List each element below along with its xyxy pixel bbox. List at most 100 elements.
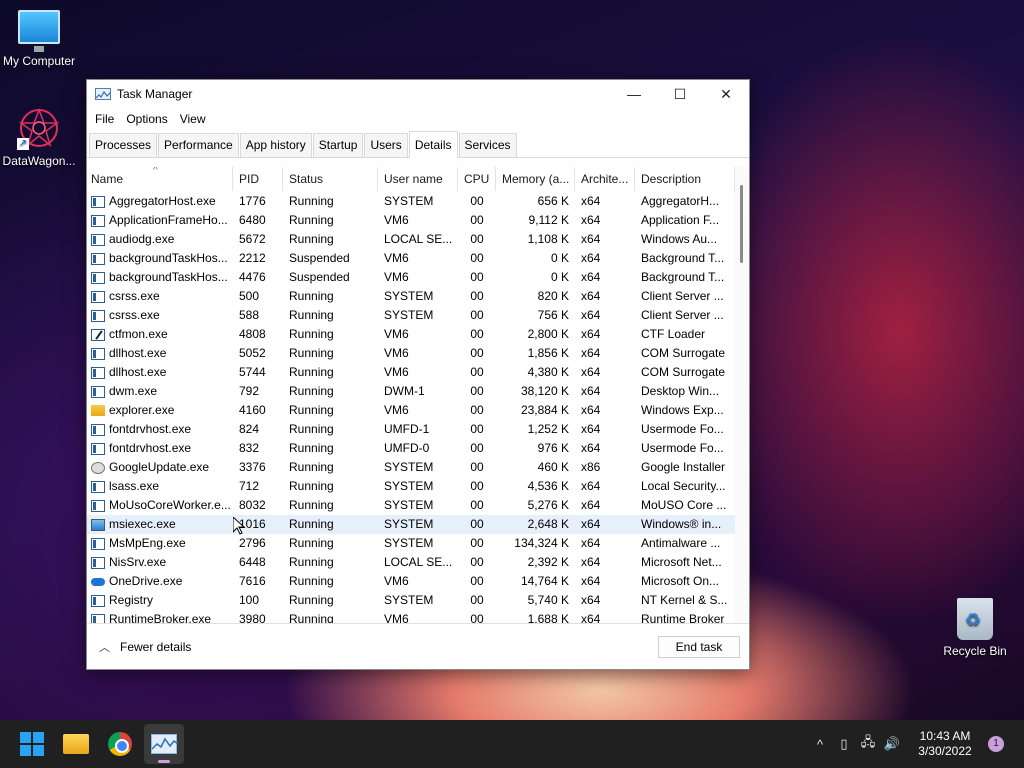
- fewer-details-link[interactable]: ︿ Fewer details: [99, 639, 191, 655]
- process-status: Running: [289, 479, 334, 493]
- process-name: MoUsoCoreWorker.e...: [109, 498, 231, 512]
- process-name: lsass.exe: [109, 479, 160, 493]
- process-description: Client Server ...: [641, 308, 724, 322]
- column-header-pid[interactable]: PID: [233, 167, 283, 191]
- process-name-cell: fontdrvhost.exe: [87, 439, 233, 458]
- volume-icon[interactable]: 🔊: [880, 736, 904, 752]
- tab-performance[interactable]: Performance: [158, 133, 239, 157]
- end-task-button[interactable]: End task: [658, 635, 740, 658]
- google-update-icon: [91, 461, 105, 474]
- process-description: Microsoft On...: [641, 574, 720, 588]
- table-row[interactable]: RuntimeBroker.exe 3980 Running VM6 00 1,688 K…: [87, 610, 735, 623]
- process-name-cell: RuntimeBroker.exe: [87, 610, 233, 623]
- process-name-cell: OneDrive.exe: [87, 572, 233, 591]
- table-row[interactable]: OneDrive.exe 7616 Running VM6 00 14,764 K x64 M…: [87, 572, 735, 591]
- title-bar[interactable]: Task Manager — ☐ ✕: [87, 80, 749, 108]
- desktop-icon-datawagon[interactable]: ↗ DataWagon...: [0, 106, 78, 168]
- taskbar-task-manager[interactable]: [144, 724, 184, 764]
- table-row[interactable]: NisSrv.exe 6448 Running LOCAL SE... 00 2,392 …: [87, 553, 735, 572]
- maximize-button[interactable]: ☐: [657, 80, 703, 108]
- taskbar-file-explorer[interactable]: [56, 724, 96, 764]
- process-status: Running: [289, 574, 334, 588]
- table-row[interactable]: Registry 100 Running SYSTEM 00 5,740 K x64 NT K…: [87, 591, 735, 610]
- minimize-button[interactable]: —: [611, 80, 657, 108]
- process-description: Windows Au...: [641, 232, 718, 246]
- desktop-icon-recycle-bin[interactable]: ♻ Recycle Bin: [936, 598, 1014, 658]
- table-row[interactable]: lsass.exe 712 Running SYSTEM 00 4,536 K x64 Loc…: [87, 477, 735, 496]
- start-button[interactable]: [12, 724, 52, 764]
- table-row[interactable]: fontdrvhost.exe 832 Running UMFD-0 00 976 K x6…: [87, 439, 735, 458]
- tab-services[interactable]: Services: [458, 133, 517, 157]
- menu-options[interactable]: Options: [120, 108, 173, 130]
- process-name: csrss.exe: [109, 289, 160, 303]
- application-icon: [91, 347, 105, 360]
- tab-app-history[interactable]: App history: [239, 133, 312, 157]
- network-icon[interactable]: 🖧: [856, 733, 880, 755]
- table-row[interactable]: audiodg.exe 5672 Running LOCAL SE... 00 1,108…: [87, 230, 735, 249]
- table-row[interactable]: backgroundTaskHos... 2212 Suspended VM6 00 0 …: [87, 249, 735, 268]
- scrollbar-thumb[interactable]: [740, 185, 743, 263]
- table-row[interactable]: fontdrvhost.exe 824 Running UMFD-1 00 1,252 K…: [87, 420, 735, 439]
- menu-file[interactable]: File: [89, 108, 120, 130]
- show-hidden-icons-chevron-icon[interactable]: ^: [808, 737, 832, 752]
- process-cpu: 00: [470, 612, 484, 623]
- process-description: Desktop Win...: [641, 384, 720, 398]
- process-name: msiexec.exe: [109, 517, 176, 531]
- process-architecture: x86: [581, 460, 601, 474]
- process-architecture: x64: [581, 479, 601, 493]
- table-row[interactable]: GoogleUpdate.exe 3376 Running SYSTEM 00 460 K…: [87, 458, 735, 477]
- table-row[interactable]: dllhost.exe 5052 Running VM6 00 1,856 K x64 COM…: [87, 344, 735, 363]
- close-button[interactable]: ✕: [703, 80, 749, 108]
- table-row[interactable]: csrss.exe 588 Running SYSTEM 00 756 K x64 Clien…: [87, 306, 735, 325]
- table-row[interactable]: ApplicationFrameHo... 6480 Running VM6 00 9,1…: [87, 211, 735, 230]
- process-architecture: x64: [581, 270, 601, 284]
- table-row[interactable]: AggregatorHost.exe 1776 Running SYSTEM 00 656…: [87, 192, 735, 211]
- table-row[interactable]: csrss.exe 500 Running SYSTEM 00 820 K x64 Clien…: [87, 287, 735, 306]
- column-header-user-name[interactable]: User name: [378, 167, 458, 191]
- table-row[interactable]: MoUsoCoreWorker.e... 8032 Running SYSTEM 00 5…: [87, 496, 735, 515]
- process-description: Microsoft Net...: [641, 555, 722, 569]
- column-header-status[interactable]: Status: [283, 167, 378, 191]
- table-row[interactable]: explorer.exe 4160 Running VM6 00 23,884 K x64 W…: [87, 401, 735, 420]
- process-user-name: VM6: [384, 574, 409, 588]
- application-icon: [91, 271, 105, 284]
- notification-badge[interactable]: 1: [988, 736, 1004, 752]
- application-icon: [91, 442, 105, 455]
- process-user-name: SYSTEM: [384, 593, 434, 607]
- process-name-cell: dwm.exe: [87, 382, 233, 401]
- tab-details[interactable]: Details: [408, 131, 458, 158]
- process-cpu: 00: [470, 289, 484, 303]
- table-row[interactable]: ctfmon.exe 4808 Running VM6 00 2,800 K x64 CTF …: [87, 325, 735, 344]
- taskbar-chrome[interactable]: [100, 724, 140, 764]
- process-name-cell: GoogleUpdate.exe: [87, 458, 233, 477]
- process-name: ApplicationFrameHo...: [109, 213, 228, 227]
- process-name-cell: MoUsoCoreWorker.e...: [87, 496, 233, 515]
- process-pid: 3376: [239, 460, 266, 474]
- process-name-cell: ApplicationFrameHo...: [87, 211, 233, 230]
- column-header-architecture[interactable]: Archite...: [575, 167, 635, 191]
- process-memory: 4,536 K: [527, 479, 569, 493]
- clock[interactable]: 10:43 AM 3/30/2022: [908, 729, 982, 759]
- tab-processes[interactable]: Processes: [89, 133, 158, 157]
- process-status: Running: [289, 346, 334, 360]
- application-icon: [91, 480, 105, 493]
- table-row[interactable]: dwm.exe 792 Running DWM-1 00 38,120 K x64 Deskt…: [87, 382, 735, 401]
- table-row[interactable]: dllhost.exe 5744 Running VM6 00 4,380 K x64 COM…: [87, 363, 735, 382]
- menu-view[interactable]: View: [174, 108, 212, 130]
- tab-users[interactable]: Users: [364, 133, 408, 157]
- table-row[interactable]: msiexec.exe 1016 Running SYSTEM 00 2,648 Kx64…: [87, 515, 735, 534]
- process-description: Background T...: [641, 251, 725, 265]
- column-header-memory[interactable]: Memory (a...: [496, 167, 575, 191]
- table-row[interactable]: MsMpEng.exe 2796 Running SYSTEM 00 134,324 K x…: [87, 534, 735, 553]
- process-cpu: 00: [470, 498, 484, 512]
- table-row[interactable]: backgroundTaskHos... 4476 Suspended VM6 00 0 …: [87, 268, 735, 287]
- vertical-scrollbar[interactable]: [735, 167, 749, 623]
- process-memory: 1,688 K: [527, 612, 569, 623]
- desktop-icon-my-computer[interactable]: My Computer: [0, 10, 78, 68]
- column-header-description[interactable]: Description: [635, 167, 735, 191]
- column-header-cpu[interactable]: CPU: [458, 167, 496, 191]
- tablet-icon[interactable]: ▯: [832, 736, 856, 752]
- tab-startup[interactable]: Startup: [312, 133, 364, 157]
- column-header-name[interactable]: ^ Name: [87, 167, 233, 191]
- process-description: Google Installer: [641, 460, 726, 474]
